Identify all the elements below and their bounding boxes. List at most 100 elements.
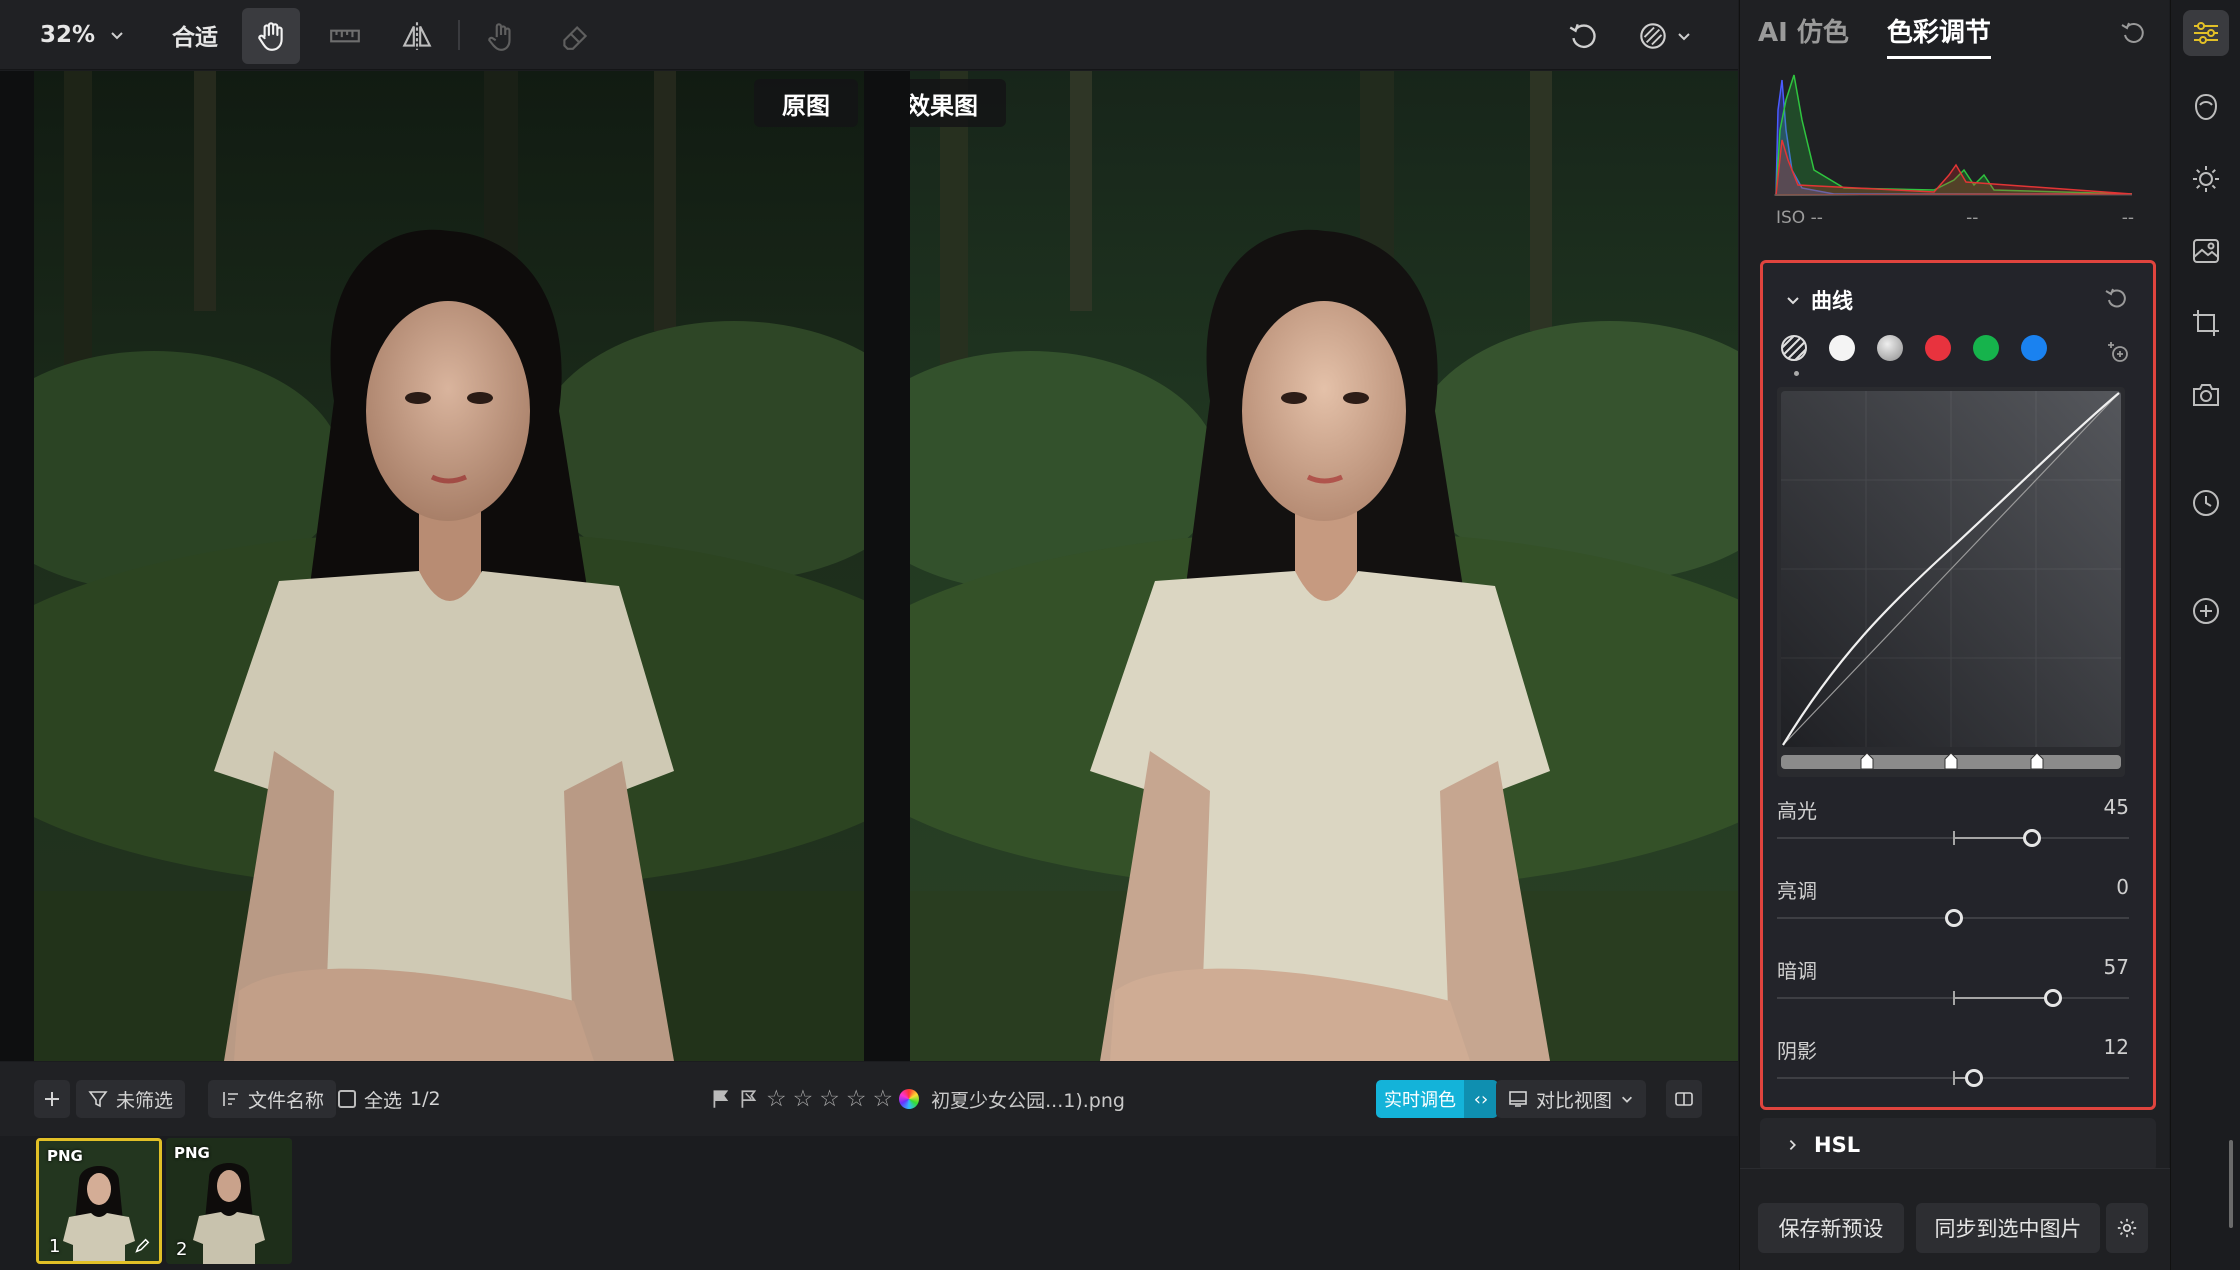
split-view-button[interactable] (1666, 1080, 1702, 1118)
slider-knob[interactable] (1945, 909, 1963, 927)
image-tool-button[interactable] (2183, 228, 2229, 274)
add-tool-button[interactable] (2183, 588, 2229, 634)
slider-center-tick (1953, 831, 1955, 845)
fit-button[interactable]: 合适 (172, 16, 218, 54)
undo-button[interactable] (1554, 8, 1612, 64)
chevron-down-icon (1622, 1096, 1633, 1103)
add-point-icon[interactable] (2105, 339, 2131, 365)
effect-photo: 效果图 (910, 71, 1738, 1061)
plus-circle-icon (2193, 598, 2219, 624)
slider-knob[interactable] (1965, 1069, 1983, 1087)
camera-tool-button[interactable] (2183, 372, 2229, 418)
hsl-section-header[interactable]: HSL (1760, 1118, 2156, 1172)
channel-red-swatch[interactable] (1925, 335, 1951, 361)
eraser-icon (563, 25, 588, 50)
portrait-tool-button[interactable] (2183, 84, 2229, 130)
tool-rail (2170, 0, 2240, 1270)
slider-knob[interactable] (2023, 829, 2041, 847)
slider-lights: 亮调 0 (1777, 875, 2129, 935)
sync-to-selected-button[interactable]: 同步到选中图片 (1916, 1203, 2100, 1253)
slider-value: 57 (2103, 955, 2129, 979)
plus-icon (45, 1092, 59, 1106)
save-preset-button[interactable]: 保存新预设 (1758, 1203, 1904, 1253)
crop-tool-button[interactable] (2183, 300, 2229, 346)
star-icon[interactable]: ☆ (793, 1086, 814, 1112)
thumbnail-2[interactable]: PNG 2 (166, 1138, 292, 1264)
adjust-tool-button[interactable] (2183, 10, 2229, 56)
touch-icon (488, 23, 511, 51)
filter-label: 未筛选 (116, 1089, 174, 1112)
star-icon[interactable]: ☆ (819, 1086, 840, 1112)
select-all-label: 全选 (364, 1089, 403, 1112)
ruler-tool-button[interactable] (316, 8, 374, 64)
slider-darks: 暗调 57 (1777, 955, 2129, 1015)
slider-label: 暗调 (1777, 959, 1817, 983)
exif-mid: -- (1966, 208, 1979, 228)
star-icon[interactable]: ☆ (873, 1086, 894, 1112)
flag-icon[interactable] (710, 1088, 732, 1110)
compare-view-label: 对比视图 (1536, 1089, 1613, 1112)
thumbnail-number: 2 (176, 1239, 188, 1260)
history-tool-button[interactable] (2183, 480, 2229, 526)
compare-view-dropdown[interactable]: 对比视图 (1496, 1080, 1647, 1118)
mask-dropdown[interactable] (1624, 8, 1704, 64)
flip-tool-button[interactable] (388, 8, 446, 64)
photo-canvas[interactable]: 原图 效果图 (0, 71, 1738, 1061)
thumbnail-number: 1 (49, 1236, 61, 1257)
file-name: 初夏少女公园...1).png (931, 1089, 1125, 1112)
curve-editor[interactable] (1777, 387, 2125, 777)
original-label: 原图 (754, 79, 858, 127)
sliders-icon (2194, 22, 2218, 44)
slider-highlights: 高光 45 (1777, 795, 2129, 855)
star-icon[interactable]: ☆ (846, 1086, 867, 1112)
crop-icon (2193, 310, 2219, 336)
reset-all-icon[interactable] (2118, 18, 2148, 48)
zoom-value: 32% (40, 22, 96, 48)
curves-header[interactable]: 曲线 (1785, 285, 1853, 315)
chevron-down-icon (111, 32, 123, 40)
edited-icon (135, 1238, 150, 1253)
channel-gray-swatch[interactable] (1877, 335, 1903, 361)
tab-color-adjust[interactable]: 色彩调节 (1886, 12, 1991, 59)
effect-label: 效果图 (910, 79, 1006, 127)
channel-green-swatch[interactable] (1973, 335, 1999, 361)
curves-section: 曲线 高光 45 亮调 0 暗调 57 阴影 12 (1760, 260, 2156, 1110)
file-type-badge: PNG (174, 1144, 210, 1162)
slider-knob[interactable] (2044, 989, 2062, 1007)
image-edit-icon (2193, 239, 2219, 263)
clock-icon (2193, 490, 2219, 516)
realtime-toggle[interactable]: 实时调色 ‹› (1376, 1080, 1498, 1118)
channel-blue-swatch[interactable] (2021, 335, 2047, 361)
file-type-badge: PNG (47, 1147, 83, 1165)
reset-icon[interactable] (2103, 285, 2129, 311)
undo-icon (1569, 23, 1596, 48)
slider-label: 亮调 (1777, 879, 1817, 903)
channel-all-icon[interactable] (1781, 335, 1807, 376)
chevron-down-icon (1787, 297, 1799, 305)
thumbnail-1[interactable]: PNG 1 (36, 1138, 162, 1264)
zoom-dropdown[interactable]: 32% (40, 16, 125, 54)
add-button[interactable] (34, 1080, 70, 1118)
channel-swatches (1781, 335, 2047, 376)
hand-tool-button[interactable] (242, 8, 300, 64)
tab-ai-color[interactable]: AI 仿色 (1758, 12, 1849, 59)
gear-icon (2117, 1218, 2137, 1238)
sort-button[interactable]: 文件名称 (208, 1080, 337, 1118)
color-label-icon[interactable] (899, 1089, 920, 1109)
light-tool-button[interactable] (2183, 156, 2229, 202)
chevron-down-icon (1678, 33, 1690, 41)
eraser-tool-button[interactable] (546, 8, 604, 64)
top-toolbar: 32% 合适 (0, 0, 1738, 70)
exif-right: -- (2121, 208, 2134, 228)
ruler-icon (330, 29, 360, 43)
sync-settings-button[interactable] (2106, 1203, 2148, 1253)
scrollbar[interactable] (2229, 1140, 2233, 1228)
select-all-checkbox[interactable]: 全选 1/2 (334, 1080, 445, 1118)
filter-button[interactable]: 未筛选 (76, 1080, 186, 1118)
channel-white-swatch[interactable] (1829, 335, 1855, 361)
star-icon[interactable]: ☆ (766, 1086, 787, 1112)
camera-icon (2193, 384, 2219, 406)
active-dot (1794, 371, 1799, 376)
reject-flag-icon[interactable] (738, 1088, 760, 1110)
touch-tool-button[interactable] (472, 8, 530, 64)
